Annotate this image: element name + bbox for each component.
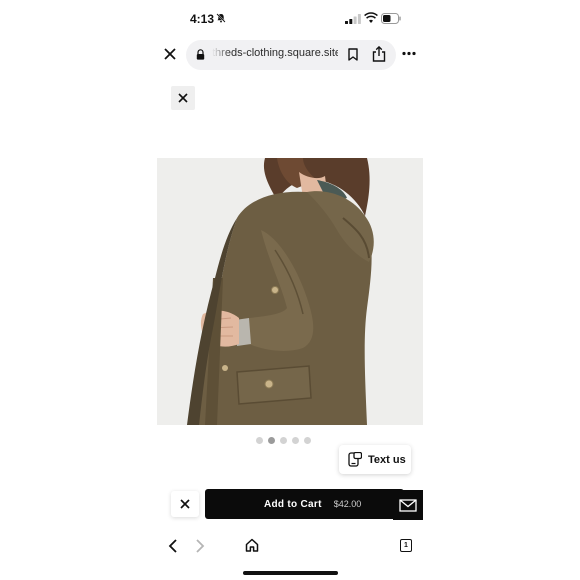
mail-icon bbox=[399, 499, 417, 512]
tabs-button[interactable]: 1 bbox=[400, 539, 412, 552]
home-indicator[interactable] bbox=[243, 571, 338, 575]
carousel-dots bbox=[256, 437, 311, 444]
more-icon[interactable] bbox=[402, 51, 416, 56]
close-icon bbox=[180, 499, 190, 509]
back-icon[interactable] bbox=[168, 539, 178, 553]
bookmark-icon[interactable] bbox=[348, 48, 358, 61]
url-text[interactable]: threds-clothing.square.site bbox=[212, 47, 338, 59]
url-fade bbox=[212, 44, 230, 64]
carousel-dot[interactable] bbox=[256, 437, 263, 444]
jacket-photo bbox=[157, 158, 423, 425]
add-to-cart-button[interactable]: Add to Cart $42.00 bbox=[205, 489, 404, 519]
lock-icon bbox=[196, 49, 205, 60]
carousel-dot[interactable] bbox=[292, 437, 299, 444]
mail-button[interactable] bbox=[393, 490, 423, 520]
battery-icon bbox=[381, 13, 401, 24]
carousel-dot[interactable] bbox=[268, 437, 275, 444]
status-time: 4:13 bbox=[190, 12, 215, 26]
price-label: $42.00 bbox=[333, 499, 362, 509]
chat-icon bbox=[348, 452, 362, 467]
share-icon[interactable] bbox=[372, 46, 386, 62]
text-us-label: Text us bbox=[368, 453, 406, 466]
close-icon[interactable] bbox=[161, 45, 179, 63]
close-icon bbox=[178, 93, 188, 103]
text-us-button[interactable]: Text us bbox=[339, 445, 411, 474]
add-to-cart-label: Add to Cart bbox=[264, 498, 322, 510]
product-image[interactable] bbox=[157, 158, 423, 425]
carousel-dot[interactable] bbox=[304, 437, 311, 444]
cart-close-button[interactable] bbox=[171, 491, 199, 517]
bell-slash-icon bbox=[216, 13, 226, 23]
close-button[interactable] bbox=[171, 86, 195, 110]
signal-icon bbox=[345, 14, 361, 24]
wifi-icon bbox=[364, 12, 378, 23]
home-icon[interactable] bbox=[245, 538, 259, 552]
carousel-dot[interactable] bbox=[280, 437, 287, 444]
tab-count: 1 bbox=[404, 542, 408, 549]
forward-icon bbox=[196, 539, 205, 553]
